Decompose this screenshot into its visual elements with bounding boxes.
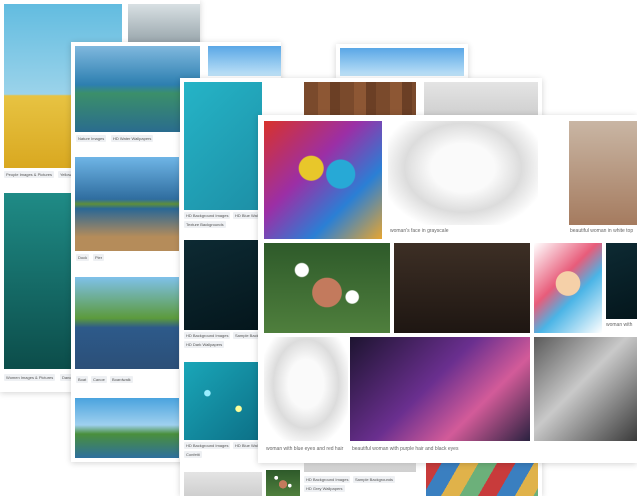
tag[interactable]: HD Water Wallpapers — [111, 135, 154, 142]
photo-confetti[interactable] — [184, 362, 262, 440]
gallery-layer-2b — [336, 44, 468, 80]
photo-woman-purple-hair[interactable] — [350, 337, 530, 441]
photo-sky-clouds[interactable] — [75, 398, 179, 458]
photo-grey-texture-2[interactable] — [424, 82, 538, 116]
image-caption[interactable]: woman with — [606, 322, 632, 328]
tag[interactable]: HD Background Images — [184, 212, 231, 219]
tag[interactable]: Sample Backgrounds — [353, 476, 396, 483]
photo-watercolor-face[interactable] — [534, 243, 602, 333]
tag[interactable]: Women Images & Pictures — [4, 374, 56, 381]
image-caption[interactable]: woman with blue eyes and red hair — [266, 446, 343, 452]
tag[interactable]: Dock — [76, 254, 90, 261]
photo-green-plant[interactable] — [266, 470, 300, 496]
photo-blue-sky-2[interactable] — [340, 48, 464, 76]
photo-blue-sky[interactable] — [208, 46, 281, 76]
photo-forest-lake-boat[interactable] — [75, 277, 179, 369]
photo-woman-grayscale[interactable] — [388, 121, 538, 225]
photo-street[interactable] — [128, 4, 200, 42]
tag[interactable]: HD Grey Wallpapers — [304, 485, 345, 492]
photo-painted-face[interactable] — [264, 121, 382, 239]
photo-woman-dancing[interactable] — [4, 193, 74, 369]
photo-woman-white-top[interactable] — [569, 121, 637, 225]
photo-woman-hijab[interactable] — [394, 243, 530, 333]
image-caption[interactable]: beautiful woman in white top — [570, 228, 633, 234]
photo-silver-figure[interactable] — [534, 337, 637, 441]
tag[interactable]: Texture Backgrounds — [184, 221, 226, 228]
photo-grey-texture[interactable] — [184, 472, 262, 496]
photo-dark-edge[interactable] — [606, 243, 637, 319]
tag[interactable]: HD Background Images — [184, 442, 231, 449]
photo-wooden-dock[interactable] — [75, 157, 179, 251]
tag[interactable]: HD Background Images — [304, 476, 351, 483]
tag[interactable]: Boat — [76, 376, 89, 383]
gallery-layer-4: woman's face in grayscale beautiful woma… — [258, 115, 637, 463]
tag[interactable]: Pier — [93, 254, 105, 261]
photo-dark-texture[interactable] — [184, 240, 262, 330]
photo-colorful-wood[interactable] — [426, 458, 538, 496]
image-caption[interactable]: beautiful woman with purple hair and bla… — [352, 446, 458, 452]
tag[interactable]: Nature Images — [76, 135, 107, 142]
image-caption[interactable]: woman's face in grayscale — [390, 228, 448, 234]
tag[interactable]: Canoe — [91, 376, 107, 383]
photo-wood-texture[interactable] — [304, 82, 416, 116]
photo-woman-blue-eyes[interactable] — [264, 337, 348, 441]
tag[interactable]: Confetti — [184, 451, 202, 458]
tag[interactable]: People Images & Pictures — [4, 171, 55, 178]
tag[interactable]: Boardwalk — [110, 376, 133, 383]
tag[interactable]: HD Dark Wallpapers — [184, 341, 225, 348]
photo-teal-texture[interactable] — [184, 82, 262, 210]
photo-woman-flowers[interactable] — [264, 243, 390, 333]
tag[interactable]: HD Background Images — [184, 332, 231, 339]
